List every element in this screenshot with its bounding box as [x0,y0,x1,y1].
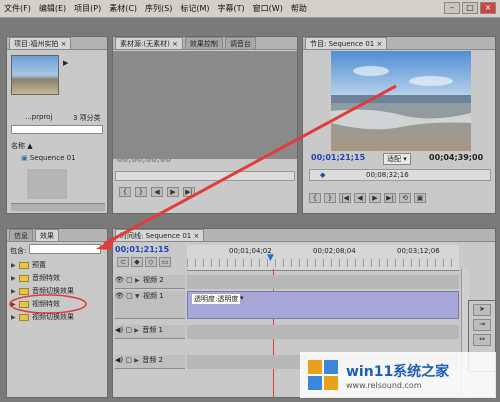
watermark-url: www.relsound.com [346,380,422,390]
red-arrow-annotation [96,84,397,250]
watermark: win11系统之家 www.relsound.com [300,352,496,398]
watermark-title: win11系统之家 [346,363,450,380]
windows-logo-icon [308,360,338,390]
